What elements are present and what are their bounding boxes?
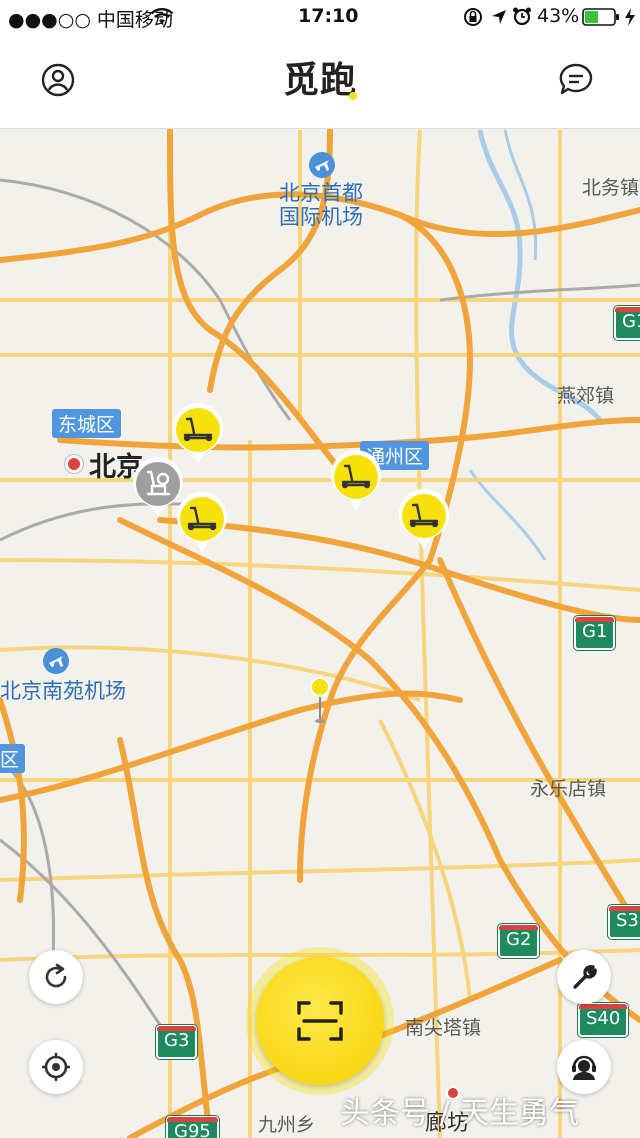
battery-percent: 43% <box>537 5 580 27</box>
highway-shield-g1: G1 <box>574 616 616 650</box>
airport-icon <box>43 648 69 674</box>
capital-marker <box>65 455 83 473</box>
treadmill-pin[interactable] <box>397 489 451 551</box>
app-title: 觅跑 <box>282 60 357 101</box>
district-partial: 区 <box>0 744 26 773</box>
map-label-yanjiao: 燕郊镇 <box>557 385 615 407</box>
refresh-button[interactable] <box>29 950 83 1004</box>
highway-shield-s30: S30 <box>608 905 640 939</box>
location-icon <box>492 10 506 24</box>
nav-bar: 觅跑 <box>0 34 640 129</box>
map-label-nanyuan-airport: 北京南苑机场 <box>0 679 126 703</box>
message-icon[interactable] <box>558 62 594 98</box>
scan-button[interactable] <box>256 957 384 1085</box>
map-label-yongle: 永乐店镇 <box>530 778 607 800</box>
highway-shield-g2: G2 <box>498 924 540 958</box>
watermark: 头条号 / 天生勇气 <box>340 1096 580 1131</box>
airport-icon <box>309 152 335 178</box>
carrier-label: ●●●○○ 中国移动 <box>8 9 173 31</box>
locate-button[interactable] <box>29 1040 83 1094</box>
scan-icon <box>297 1001 343 1041</box>
settings-button[interactable] <box>557 950 611 1004</box>
status-bar: ●●●○○ 中国移动 17:10 43% <box>0 0 640 34</box>
treadmill-pin[interactable] <box>171 403 225 465</box>
wifi-icon <box>150 8 174 24</box>
map-label-jiuzhou: 九州乡 <box>258 1114 316 1136</box>
locate-icon <box>42 1053 70 1081</box>
treadmill-pin[interactable] <box>329 450 383 512</box>
logo-dot <box>349 92 357 100</box>
map-label-nanjianta: 南尖塔镇 <box>405 1017 482 1039</box>
profile-icon[interactable] <box>41 63 75 97</box>
highway-shield-s40: S40 <box>578 1003 629 1037</box>
refresh-icon <box>45 963 67 988</box>
highway-shield-g3: G3 <box>156 1025 198 1059</box>
current-location-pin <box>310 677 330 723</box>
map-label-beiwu: 北务镇 <box>582 177 640 199</box>
highway-shield-g1-top: G1 <box>614 306 640 340</box>
charging-icon <box>625 8 635 26</box>
highway-shield-g95: G95 <box>166 1116 219 1138</box>
district-dongcheng: 东城区 <box>52 409 122 438</box>
clock: 17:10 <box>298 5 359 27</box>
customer-service-button[interactable] <box>557 1040 611 1094</box>
map-label-capital-airport: 北京首都 国际机场 <box>279 181 363 229</box>
lock-rotation-icon <box>464 8 482 26</box>
customer-service-icon <box>572 1055 596 1080</box>
alarm-icon <box>513 7 531 26</box>
wrench-icon <box>573 964 597 989</box>
battery-icon <box>582 8 619 26</box>
treadmill-pin[interactable] <box>175 492 229 554</box>
